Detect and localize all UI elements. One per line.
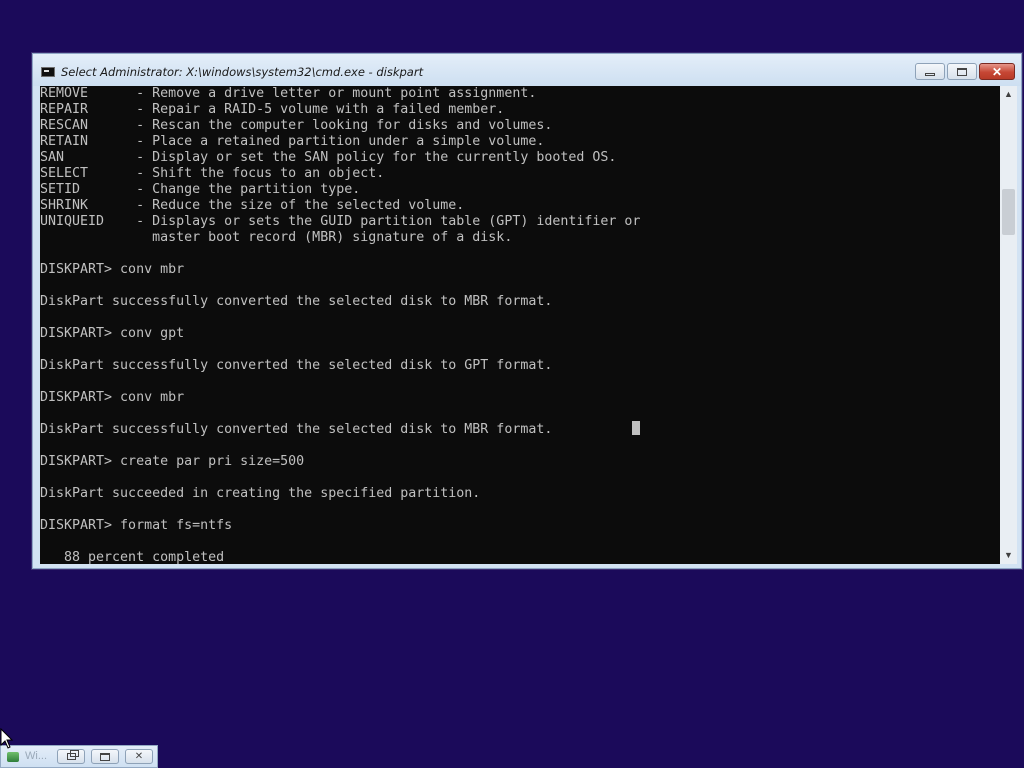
scrollbar-thumb[interactable] bbox=[1002, 189, 1015, 235]
console-line: DiskPart successfully converted the sele… bbox=[40, 358, 553, 373]
console-line: DISKPART> conv mbr bbox=[40, 262, 185, 277]
console-line: master boot record (MBR) signature of a … bbox=[40, 230, 513, 245]
console-line: RETAIN - Place a retained partition unde… bbox=[40, 134, 545, 149]
minimize-icon bbox=[925, 72, 935, 76]
minimize-button[interactable] bbox=[915, 63, 945, 80]
cmd-icon[interactable] bbox=[41, 67, 55, 77]
close-button[interactable]: ✕ bbox=[979, 63, 1015, 80]
console-line: SETID - Change the partition type. bbox=[40, 182, 361, 197]
restore-icon bbox=[66, 750, 79, 760]
close-minimized-button[interactable]: ✕ bbox=[125, 749, 153, 764]
console-line: REMOVE - Remove a drive letter or mount … bbox=[40, 86, 537, 101]
console-line: DISKPART> create par pri size=500 bbox=[40, 454, 305, 469]
console-line: DiskPart successfully converted the sele… bbox=[40, 422, 553, 437]
mouse-pointer-icon bbox=[0, 728, 14, 749]
console-line: SAN - Display or set the SAN policy for … bbox=[40, 150, 617, 165]
console-line: RESCAN - Rescan the computer looking for… bbox=[40, 118, 553, 133]
close-icon: ✕ bbox=[134, 751, 144, 762]
console-line: REPAIR - Repair a RAID-5 volume with a f… bbox=[40, 102, 505, 117]
maximize-button[interactable] bbox=[947, 63, 977, 80]
console-line: DiskPart successfully converted the sele… bbox=[40, 294, 553, 309]
scroll-down-arrow-icon[interactable]: ▼ bbox=[1000, 547, 1017, 564]
close-icon: ✕ bbox=[991, 64, 1003, 79]
console-line: 88 percent completed bbox=[40, 550, 225, 564]
console-line: DISKPART> format fs=ntfs bbox=[40, 518, 233, 533]
console-line: DISKPART> conv gpt bbox=[40, 326, 185, 341]
console-line: SELECT - Shift the focus to an object. bbox=[40, 166, 385, 181]
console-output[interactable]: REMOVE - Remove a drive letter or mount … bbox=[40, 86, 1000, 564]
console-line: SHRINK - Reduce the size of the selected… bbox=[40, 198, 465, 213]
maximize-minimized-button[interactable] bbox=[91, 749, 119, 764]
maximize-icon bbox=[100, 752, 110, 761]
text-cursor bbox=[632, 421, 640, 435]
title-bar[interactable]: Select Administrator: X:\windows\system3… bbox=[33, 54, 1021, 86]
console-line: DISKPART> conv mbr bbox=[40, 390, 185, 405]
console-line: UNIQUEID - Displays or sets the GUID par… bbox=[40, 214, 641, 229]
scroll-up-arrow-icon[interactable]: ▲ bbox=[1000, 86, 1017, 103]
restore-button[interactable] bbox=[57, 749, 85, 764]
console-text: REMOVE - Remove a drive letter or mount … bbox=[40, 86, 1000, 564]
setup-icon bbox=[7, 752, 19, 762]
maximize-icon bbox=[957, 67, 967, 76]
minimized-window[interactable]: Wi... ✕ bbox=[0, 745, 158, 768]
console-line: DiskPart succeeded in creating the speci… bbox=[40, 486, 481, 501]
window-title: Select Administrator: X:\windows\system3… bbox=[61, 65, 424, 79]
minimized-window-title: Wi... bbox=[25, 750, 47, 762]
vertical-scrollbar[interactable]: ▲ ▼ bbox=[1000, 86, 1017, 564]
console-window[interactable]: Select Administrator: X:\windows\system3… bbox=[32, 53, 1022, 569]
